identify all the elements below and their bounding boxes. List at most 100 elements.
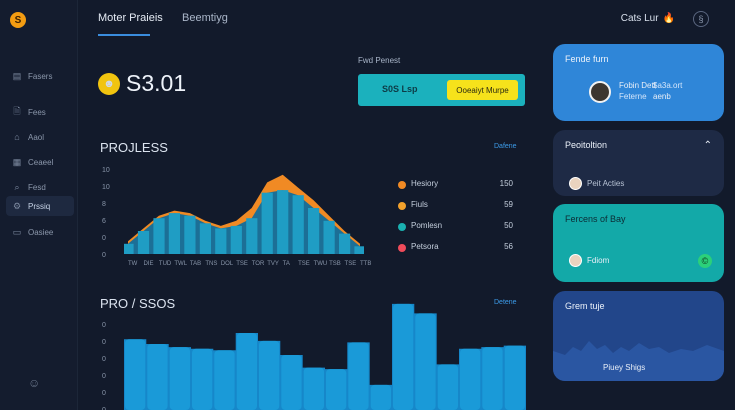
profits-bar [354,246,364,254]
profits-bar [277,190,289,254]
legend-value: 59 [504,200,513,209]
profits-bar [153,218,165,254]
profits-y-tick: 0 [102,235,106,242]
profits-details-link[interactable]: Dafene [494,143,517,150]
legend-label: Fiuls [411,200,428,209]
bar [326,369,347,410]
profits-bar [339,233,351,254]
legend-item[interactable]: Hesiory 150 [398,178,513,192]
card-icon: ▭ [12,226,22,237]
bar [214,350,235,410]
profile-extra: aenb [653,92,671,101]
bar [169,347,190,410]
tab-market-projects[interactable]: Moter Praieis [98,12,163,24]
position-avatar [569,177,582,190]
profits-x-tick: TOR [251,261,265,267]
profits-x-tick: TA [282,261,290,267]
bar [393,303,414,410]
sidebar-item-1[interactable]: 🗎 Fees [6,102,74,122]
card1-title: Fende furn [565,54,609,64]
fund-value: S0S Lsp [382,84,418,94]
sidebar-item-6[interactable]: ▭ Oasiee [6,222,74,242]
profits-x-tick: TW [128,261,138,267]
profits-bar [124,243,134,254]
bar [415,313,436,410]
sidebar-item-label: Ceaeel [28,157,54,167]
position-row-label: Peit Acties [587,179,625,188]
legend-label: Pomlesn [411,221,443,230]
legend-item[interactable]: Petsora 56 [398,241,513,255]
bars-y-tick: 0 [102,373,106,380]
legend-item[interactable]: Pomlesn 50 [398,220,513,234]
legend-dot [398,202,406,210]
revenue-bar-chart [124,303,526,410]
legend-value: 50 [504,221,513,230]
status-badge: © [698,254,712,268]
balance-value: S3.01 [126,70,187,96]
legend-item[interactable]: Fiuls 59 [398,199,513,213]
sidebar-item-4[interactable]: ⌕ Fesd [6,177,74,197]
profile-name: Fobin Dett [619,81,656,90]
bars-y-tick: 0 [102,390,106,397]
profits-bar [230,225,242,254]
card4-title: Grem tuje [565,301,605,311]
fund-transfer-card[interactable]: Fende furn Fobin Dett Feterne $a3a.ort a… [553,44,724,121]
profits-x-tick: TNS [205,261,218,267]
legend-dot [398,223,406,231]
profile-subtitle: Feterne [619,92,647,101]
settings-button[interactable]: § [693,11,709,27]
bar [303,367,324,410]
sidebar-item-label: Fesd [28,182,46,192]
legend-dot [398,181,406,189]
sidebar-item-5[interactable]: ⚙ Prssiq [6,196,74,216]
profits-x-tick: TAB [189,261,202,267]
percent-of-day-card[interactable]: Fercens of Bay Fdiom © [553,204,724,282]
profits-bar [246,218,258,254]
sidebar-item-2[interactable]: ⌂ Aaol [6,127,74,147]
profits-x-tick: TTB [360,261,372,267]
profits-x-tick: TSB [329,261,341,267]
growth-sparkline [553,341,724,381]
fund-panel: S0S Lsp Ooeaiyt Murpe [358,74,525,106]
bank-icon: ⌂ [14,132,20,142]
card2-title: Peoitoltion [565,140,608,150]
sidebar-item-3[interactable]: ▦ Ceaeel [6,152,74,172]
fund-action-button[interactable]: Ooeaiyt Murpe [447,80,518,100]
profits-title: PROJLESS [100,140,168,155]
app-logo-icon[interactable]: S [10,12,26,28]
flame-icon: 🔥 [662,13,675,24]
tab-beemtiyg[interactable]: Beemtiyg [182,12,228,24]
search-icon: ⌕ [14,181,20,192]
bar [236,333,257,410]
profits-x-tick: TSE [236,261,248,267]
profits-bar [292,195,304,254]
legend-label: Petsora [411,242,439,251]
profits-area-chart [124,174,364,254]
profits-y-tick: 10 [102,167,110,174]
legend-value: 150 [499,179,513,188]
profits-y-tick: 0 [102,252,106,259]
active-tab-indicator [98,34,150,36]
bar [192,348,213,410]
profits-x-tick: DOL [220,261,234,267]
chevron-up-icon[interactable]: ⌃ [704,140,712,151]
bar [437,364,458,410]
user-menu[interactable]: Cats Lur 🔥 [621,13,675,24]
bar [504,345,525,410]
profits-x-tick: TWL [174,261,188,267]
sidebar-item-0[interactable]: ▤ Fasers [6,66,74,86]
bars-y-tick: 0 [102,339,106,346]
profits-x-tick: TUD [158,261,172,267]
fund-label: Fwd Penest [358,56,401,65]
profits-y-tick: 6 [102,218,106,225]
support-icon[interactable]: ☺ [28,376,40,390]
position-card[interactable]: Peoitoltion ⌃ Peit Acties [553,130,724,196]
profile-amount: $a3a.ort [653,81,683,90]
bar [370,384,391,410]
bars-y-tick: 0 [102,322,106,329]
profits-bar [137,231,150,254]
legend-dot [398,244,406,252]
percent-avatar [569,254,582,267]
growth-card[interactable]: Grem tuje Piuey Shigs [553,291,724,381]
profits-x-tick: DIE [143,261,154,267]
